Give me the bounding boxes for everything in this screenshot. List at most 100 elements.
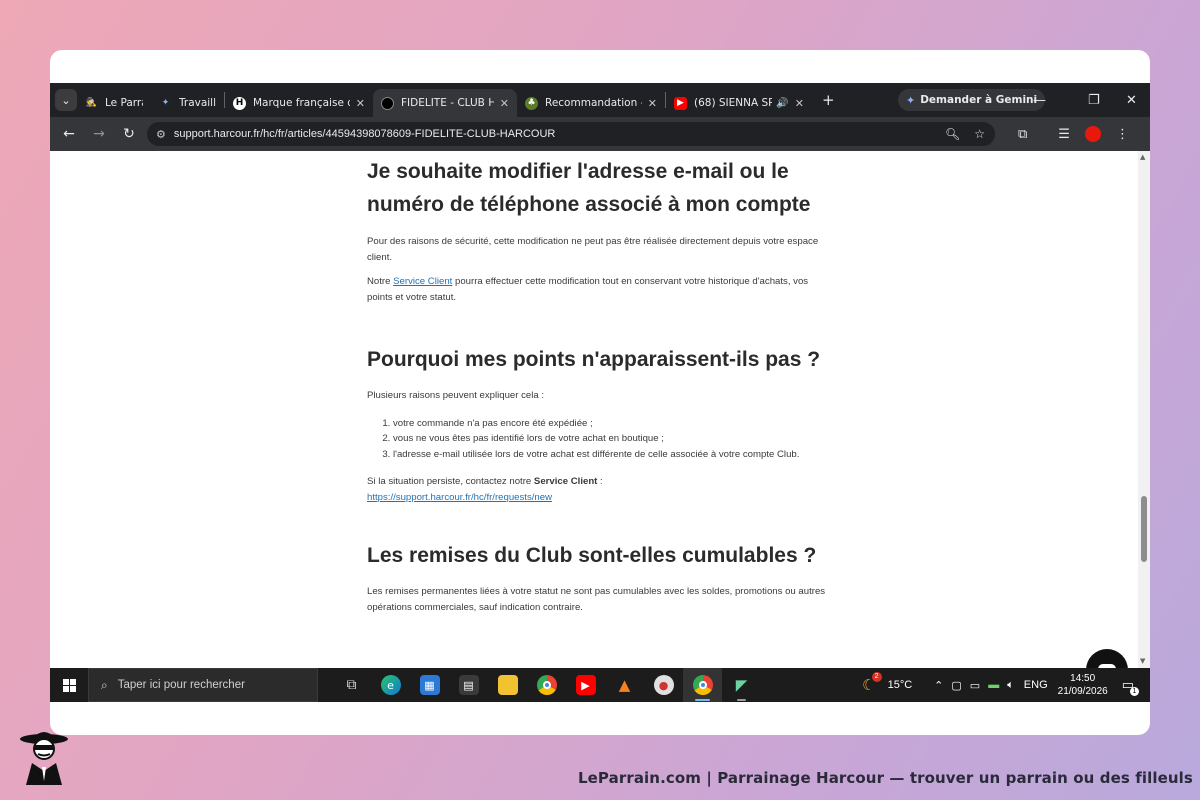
minimize-button[interactable]: — (1033, 83, 1046, 117)
close-icon[interactable]: ✕ (500, 97, 509, 110)
task-view-icon: ⧉ (346, 677, 357, 693)
language-indicator[interactable]: ENG (1024, 679, 1048, 691)
device-icon[interactable]: ▢ (951, 679, 961, 692)
text: Notre (367, 276, 394, 287)
search-icon: ⌕ (101, 677, 108, 692)
notification-count: 1 (1130, 687, 1139, 696)
youtube-app[interactable]: ▶ (566, 668, 605, 702)
chevron-down-icon: ⌄ (61, 93, 71, 107)
bookmark-star-icon[interactable]: ☆ (974, 127, 985, 141)
ask-gemini-label: Demander à Gemini (920, 94, 1038, 106)
paragraph-security: Pour des raisons de sécurité, cette modi… (367, 236, 819, 263)
chevron-up-icon[interactable]: ⌃ (934, 679, 943, 692)
monitor-app[interactable]: ▤ (449, 668, 488, 702)
tab-title: Le Parrain (105, 97, 143, 109)
tab-youtube-sienna[interactable]: ▶ (68) SIENNA SPIR 🔊 ✕ (666, 89, 812, 117)
extensions-puzzle-icon[interactable]: ⧉ (1018, 127, 1027, 142)
clock-time: 14:50 (1070, 673, 1096, 684)
menu-kebab-icon[interactable]: ⋮ (1116, 127, 1129, 142)
close-icon[interactable]: ✕ (356, 97, 365, 110)
media-controls-icon[interactable]: ☰ (1058, 127, 1070, 142)
tab-strip: ⌄ 🕵 Le Parrain ✦ Travailler H Marque fra… (50, 83, 1150, 117)
tab-fidelite-club-harcour[interactable]: FIDELITE - CLUB HARC ✕ (373, 89, 517, 117)
battery-icon[interactable]: ▬ (988, 679, 999, 691)
file-explorer-app[interactable] (488, 668, 527, 702)
chrome-icon (692, 675, 713, 695)
tab-le-parrain[interactable]: 🕵 Le Parrain (77, 89, 151, 117)
edge-app[interactable]: e (371, 668, 410, 702)
taskbar-search[interactable]: ⌕ Taper ici pour rechercher (88, 668, 318, 702)
tab-title: (68) SIENNA SPIR (694, 97, 773, 109)
omnibox-actions: 🔍︎ ☆ (945, 122, 985, 146)
clock-date: 21/09/2026 (1057, 686, 1108, 697)
url-text[interactable]: support.harcour.fr/hc/fr/articles/445943… (174, 128, 556, 140)
address-bar[interactable]: ⚙ support.harcour.fr/hc/fr/articles/4459… (147, 122, 995, 146)
zoom-icon[interactable]: 🔍︎ (945, 127, 960, 141)
volume-icon[interactable]: 🔈︎ (1007, 679, 1014, 692)
tree-icon: ♣ (525, 96, 538, 110)
close-icon[interactable]: ✕ (795, 97, 804, 110)
paint-icon: ● (653, 675, 674, 695)
text: Si la situation persiste, contactez notr… (367, 476, 534, 487)
search-placeholder: Taper ici pour rechercher (117, 679, 245, 691)
weather-icon[interactable]: ☾ 2 (862, 672, 882, 694)
clock[interactable]: 14:50 21/09/2026 (1058, 672, 1108, 698)
browser-toolbar: ← → ↻ ⚙ support.harcour.fr/hc/fr/article… (50, 117, 1150, 151)
requests-new-link[interactable]: https://support.harcour.fr/hc/fr/request… (367, 492, 552, 503)
speaker-icon[interactable]: 🔊 (776, 98, 788, 109)
snipping-app[interactable]: ◤ (722, 668, 761, 702)
weather-badge: 2 (871, 672, 882, 682)
tab-title: FIDELITE - CLUB HARC (401, 97, 494, 109)
heading-change-email: Je souhaite modifier l'adresse e-mail ou… (367, 155, 827, 221)
heading-cumulative-discounts: Les remises du Club sont-elles cumulable… (367, 544, 817, 567)
tab-list-button[interactable]: ⌄ (55, 89, 77, 111)
list-item: vous ne vous êtes pas identifié lors de … (393, 431, 827, 447)
new-tab-button[interactable]: + (822, 91, 835, 109)
task-view-button[interactable]: ⧉ (332, 668, 371, 702)
tab-travailler[interactable]: ✦ Travailler (151, 89, 224, 117)
chrome-app-active[interactable] (683, 668, 722, 702)
scrollbar-thumb[interactable] (1141, 496, 1147, 562)
reload-icon[interactable]: ↻ (114, 126, 144, 142)
resource-monitor-icon: ▤ (458, 675, 479, 695)
store-app[interactable]: ▦ (410, 668, 449, 702)
tab-recommandation[interactable]: ♣ Recommandation - A ✕ (517, 89, 665, 117)
page-scrollbar[interactable]: ▲ ▼ (1138, 151, 1150, 668)
vlc-app[interactable]: ▲ (605, 668, 644, 702)
forward-arrow-icon[interactable]: → (84, 126, 114, 142)
text: : (597, 476, 603, 487)
back-arrow-icon[interactable]: ← (54, 126, 84, 142)
weather-temperature[interactable]: 15°C (888, 679, 913, 691)
tab-title: Travailler (179, 97, 216, 109)
paint-app[interactable]: ● (644, 668, 683, 702)
ask-gemini-button[interactable]: ✦ Demander à Gemini (898, 89, 1046, 111)
service-client-link[interactable]: Service Client (393, 276, 452, 287)
notification-icon[interactable]: ▭ 1 (1122, 677, 1139, 696)
site-info-icon[interactable]: ⚙ (156, 128, 166, 141)
start-button[interactable] (50, 668, 88, 702)
article-body: Je souhaite modifier l'adresse e-mail ou… (367, 151, 827, 615)
leparrain-logo-icon (20, 732, 68, 785)
heading-line: numéro de téléphone associé à mon compte (367, 193, 811, 216)
heading-line: Je souhaite modifier l'adresse e-mail ou… (367, 160, 789, 183)
browser-window: ⌄ 🕵 Le Parrain ✦ Travailler H Marque fra… (50, 83, 1150, 702)
network-icon[interactable]: ▭ (970, 679, 980, 692)
footer-caption: LeParrain.com | Parrainage Harcour — tro… (578, 769, 1193, 787)
gemini-star-icon: ✦ (161, 98, 170, 108)
paragraph-service-client: Notre Service Client pourra effectuer ce… (367, 274, 827, 305)
scroll-up-arrow-icon[interactable]: ▲ (1140, 153, 1145, 161)
screenshot-card: ⌄ 🕵 Le Parrain ✦ Travailler H Marque fra… (50, 50, 1150, 735)
tab-marque-francaise[interactable]: H Marque française de ✕ (225, 89, 373, 117)
scroll-down-arrow-icon[interactable]: ▼ (1140, 657, 1145, 665)
system-tray: ☾ 2 15°C ⌃ ▢ ▭ ▬ 🔈︎ ENG 14:50 21/09/2026 … (862, 668, 1150, 702)
restore-button[interactable]: ❐ (1088, 83, 1100, 117)
close-window-button[interactable]: ✕ (1126, 83, 1137, 117)
heading-points-missing: Pourquoi mes points n'apparaissent-ils p… (367, 348, 821, 371)
folder-icon (497, 675, 518, 695)
list-item: votre commande n'a pas encore été expédi… (393, 416, 827, 432)
profile-avatar[interactable] (1084, 126, 1101, 142)
chrome-app[interactable] (527, 668, 566, 702)
close-icon[interactable]: ✕ (648, 97, 657, 110)
paragraph-discounts: Les remises permanentes liées à votre st… (367, 586, 826, 613)
list-item: l'adresse e-mail utilisée lors de votre … (393, 447, 827, 463)
